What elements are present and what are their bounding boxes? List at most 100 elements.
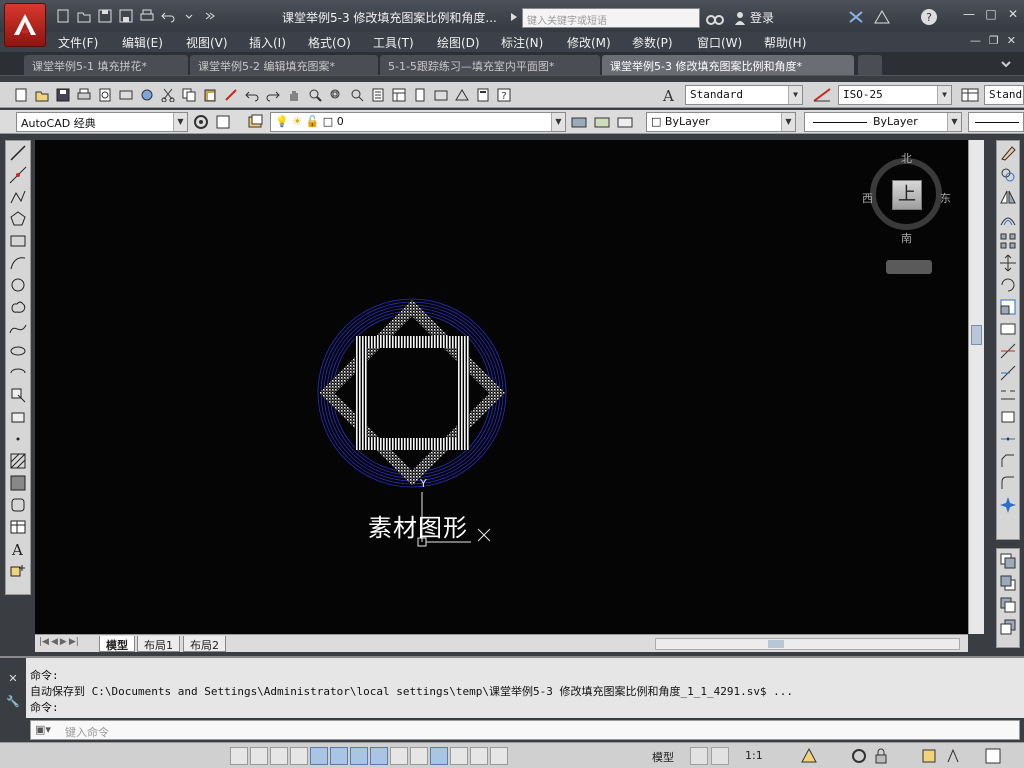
spline-icon[interactable] <box>8 319 28 339</box>
redo-icon[interactable] <box>264 86 282 104</box>
hatch-icon[interactable] <box>8 451 28 471</box>
scale-icon[interactable] <box>998 297 1018 317</box>
layout-tab-model[interactable]: 模型 <box>99 636 135 652</box>
minimize-icon[interactable]: — <box>962 7 976 21</box>
point-icon[interactable] <box>8 429 28 449</box>
extend-icon[interactable] <box>998 363 1018 383</box>
erase-icon[interactable] <box>998 143 1018 163</box>
publish-icon[interactable] <box>117 86 135 104</box>
dropdown-arrow-icon[interactable] <box>180 7 198 25</box>
region-icon[interactable] <box>8 495 28 515</box>
doc-close-icon[interactable]: ✕ <box>1007 34 1016 47</box>
break-at-point-icon[interactable] <box>998 385 1018 405</box>
rotated-square-hatch[interactable] <box>319 300 505 486</box>
layout-tab-1[interactable]: 布局1 <box>137 636 180 652</box>
model-space-label[interactable]: 模型 <box>652 749 674 765</box>
menu-file[interactable]: 文件(F) <box>58 34 98 51</box>
layer-manager-icon[interactable] <box>247 113 265 131</box>
stretch-icon[interactable] <box>998 319 1018 339</box>
3d-osnap-toggle[interactable] <box>350 747 368 765</box>
horizontal-scrollbar[interactable] <box>655 638 960 650</box>
arc-icon[interactable] <box>8 253 28 273</box>
draw-order-below-icon[interactable] <box>998 617 1018 637</box>
dimension-style-select[interactable]: ISO-25 ▼ <box>838 85 952 105</box>
sheet-set-icon[interactable] <box>432 86 450 104</box>
horizontal-scroll-thumb[interactable] <box>768 640 784 648</box>
markup-icon[interactable] <box>453 86 471 104</box>
add-selected-icon[interactable] <box>8 561 28 581</box>
design-center-icon[interactable] <box>390 86 408 104</box>
table-style-icon[interactable] <box>960 86 980 104</box>
doc-tab[interactable]: 5-1-5跟踪练习—填充室内平面图* <box>380 55 600 75</box>
wcs-menu[interactable] <box>886 260 932 274</box>
menu-draw[interactable]: 绘图(D) <box>437 34 480 51</box>
next-layout-icon[interactable]: ▶ <box>60 637 67 647</box>
search-input[interactable]: 键入关键字或短语 <box>522 8 700 28</box>
viewcube-west[interactable]: 西 <box>862 190 873 206</box>
binoculars-icon[interactable] <box>706 10 724 26</box>
infer-constraints-toggle[interactable] <box>230 747 248 765</box>
explode-icon[interactable] <box>998 495 1018 515</box>
make-current-layer-icon[interactable] <box>570 113 588 131</box>
autodesk-icon[interactable] <box>874 10 890 24</box>
array-icon[interactable] <box>998 231 1018 251</box>
viewcube-east[interactable]: 东 <box>940 190 951 206</box>
zoom-realtime-icon[interactable] <box>306 86 324 104</box>
linetype-select[interactable]: ByLayer ▼ <box>804 112 962 132</box>
workspace-lock-icon[interactable] <box>214 113 232 131</box>
lock-ui-icon[interactable] <box>872 747 890 765</box>
copy-object-icon[interactable] <box>998 165 1018 185</box>
break-icon[interactable] <box>998 407 1018 427</box>
draw-order-front-icon[interactable] <box>998 551 1018 571</box>
ellipse-icon[interactable] <box>8 341 28 361</box>
table-style-select[interactable]: Standa <box>984 85 1024 105</box>
menu-view[interactable]: 视图(V) <box>186 34 228 51</box>
menu-window[interactable]: 窗口(W) <box>697 34 742 51</box>
transparency-toggle[interactable] <box>450 747 468 765</box>
close-icon[interactable]: ✕ <box>1006 7 1020 21</box>
undo-icon[interactable] <box>243 86 261 104</box>
offset-icon[interactable] <box>998 209 1018 229</box>
snap-toggle[interactable] <box>250 747 268 765</box>
command-input[interactable]: ▣▾ 键入命令 <box>30 720 1020 740</box>
polygon-icon[interactable] <box>8 209 28 229</box>
viewcube-south[interactable]: 南 <box>901 230 912 246</box>
match-properties-icon[interactable] <box>222 86 240 104</box>
lineweight-toggle[interactable] <box>430 747 448 765</box>
maximize-icon[interactable]: □ <box>984 7 998 21</box>
line-icon[interactable] <box>8 143 28 163</box>
text-style-icon[interactable]: A <box>660 86 680 104</box>
text-style-select[interactable]: Standard ▼ <box>685 85 803 105</box>
doc-tab[interactable]: 课堂举例5-2 编辑填充图案* <box>190 55 378 75</box>
last-layout-icon[interactable]: ▶| <box>69 637 79 647</box>
trim-icon[interactable] <box>998 341 1018 361</box>
clean-screen-icon[interactable] <box>984 747 1002 765</box>
doc-tab[interactable]: 课堂举例5-1 填充拼花* <box>24 55 188 75</box>
vertical-scroll-thumb[interactable] <box>971 325 982 345</box>
ortho-toggle[interactable] <box>290 747 308 765</box>
zoom-previous-icon[interactable] <box>348 86 366 104</box>
menu-edit[interactable]: 编辑(E) <box>122 34 163 51</box>
pan-icon[interactable] <box>285 86 303 104</box>
polyline-icon[interactable] <box>8 187 28 207</box>
menu-tools[interactable]: 工具(T) <box>373 34 414 51</box>
hardware-acceleration-icon[interactable] <box>944 747 962 765</box>
new-tab-button[interactable] <box>858 55 882 75</box>
quick-view-layouts-icon[interactable] <box>690 747 708 765</box>
first-layout-icon[interactable]: |◀ <box>39 637 49 647</box>
ducs-toggle[interactable] <box>390 747 408 765</box>
open-icon[interactable] <box>33 86 51 104</box>
isolate-objects-icon[interactable] <box>920 747 938 765</box>
layer-states-icon[interactable] <box>616 113 634 131</box>
doc-tab-active[interactable]: 课堂举例5-3 修改填充图案比例和角度* <box>602 55 854 75</box>
3d-dwf-icon[interactable] <box>138 86 156 104</box>
tool-palettes-icon[interactable] <box>411 86 429 104</box>
prev-layout-icon[interactable]: ◀ <box>51 637 58 647</box>
menu-dimension[interactable]: 标注(N) <box>501 34 543 51</box>
join-icon[interactable] <box>998 429 1018 449</box>
vertical-scrollbar[interactable] <box>968 140 984 634</box>
revision-cloud-icon[interactable] <box>8 297 28 317</box>
rectangle-icon[interactable] <box>8 231 28 251</box>
lineweight-select[interactable] <box>968 112 1024 132</box>
polar-toggle[interactable] <box>310 747 328 765</box>
